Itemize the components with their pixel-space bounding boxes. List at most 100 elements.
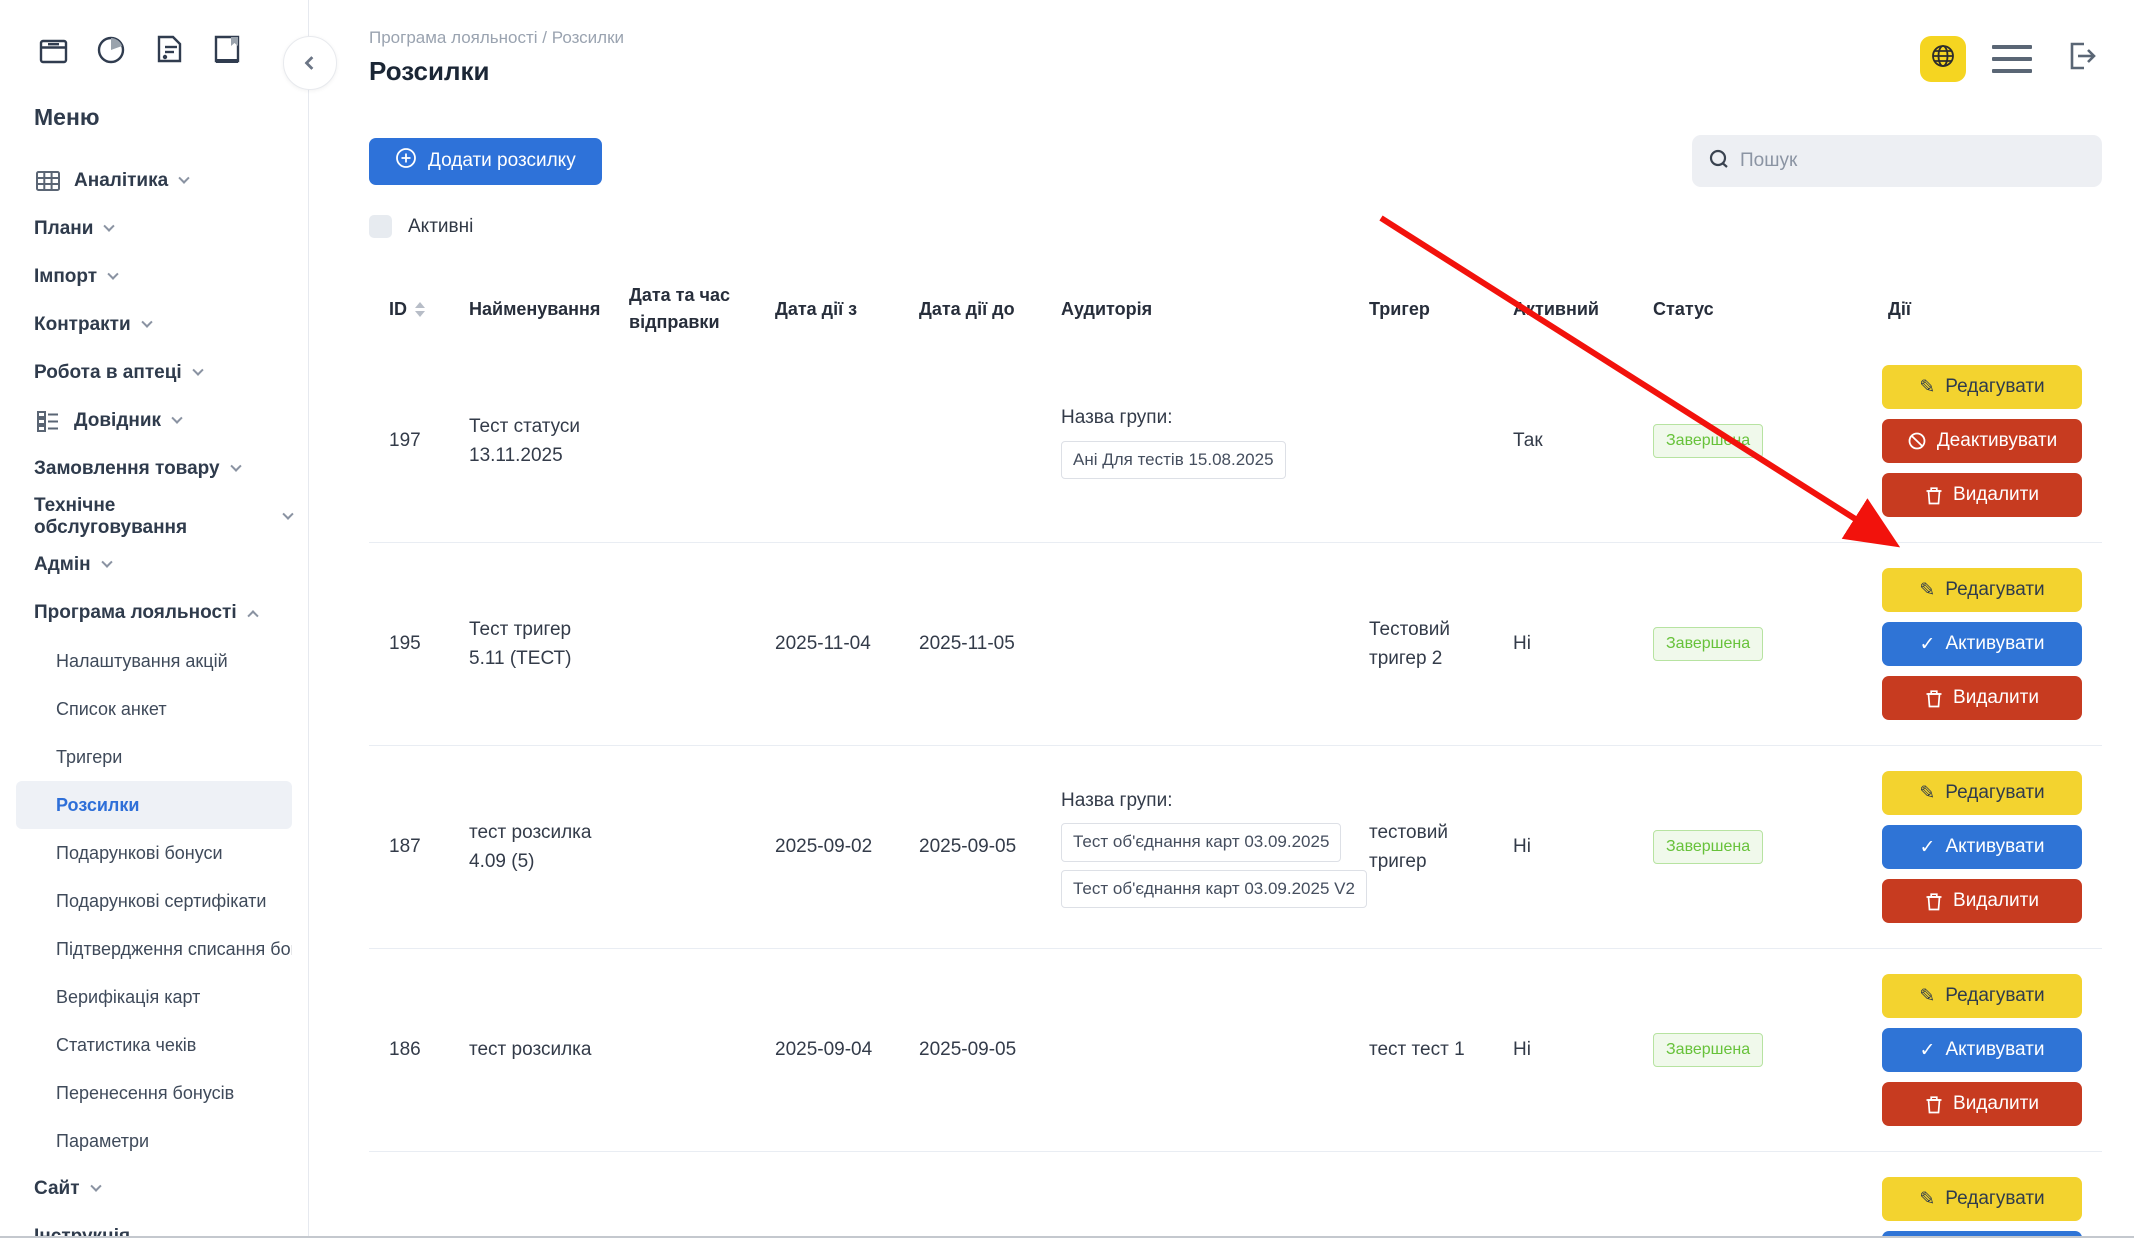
sidebar-top-icons [16, 30, 292, 68]
sidebar-collapse-button[interactable] [283, 36, 337, 90]
pencil-icon: ✎ [1919, 1190, 1935, 1209]
trash-icon [1925, 891, 1943, 911]
search-input[interactable] [1740, 150, 2086, 172]
cell-audience: Назва групи: Ані Для тестів 15.08.2025 [1043, 403, 1351, 479]
block-icon [1907, 431, 1927, 451]
sidebar-item-sait[interactable]: Сайт [16, 1165, 292, 1213]
chevron-down-icon [101, 557, 112, 568]
sidebar-item-admin[interactable]: Адмін [16, 541, 292, 589]
cell-trigger: тестовий тригер [1351, 818, 1495, 877]
sidebar-item-statystyka-chekiv[interactable]: Статистика чеків [16, 1021, 292, 1069]
logout-button[interactable] [2058, 34, 2102, 83]
sidebar-nav: Аналітика Плани Імпорт Контракти Робота … [16, 157, 292, 1238]
pencil-icon: ✎ [1919, 378, 1935, 397]
cell-id: 186 [369, 1035, 451, 1064]
sidebar-item-dovidnyk[interactable]: Довідник [16, 397, 292, 445]
chevron-down-icon [90, 1181, 101, 1192]
sidebar-item-zamovlennia-tovaru[interactable]: Замовлення товару [16, 445, 292, 493]
sidebar-item-instruktsiia[interactable]: Інструкція [16, 1213, 292, 1238]
table-row: 187 тест розсилка4.09 (5) 2025-09-02 202… [369, 746, 2102, 949]
sidebar: Меню Аналітика Плани Імпорт Контракти Ро… [0, 0, 309, 1238]
cell-actions: ✎Редагувати ✓Активувати Видалити [1863, 771, 2102, 923]
hamburger-menu-icon[interactable] [1988, 41, 2036, 77]
cell-id: 197 [369, 426, 451, 455]
edit-button[interactable]: ✎Редагувати [1882, 365, 2082, 409]
delete-button[interactable]: Видалити [1882, 676, 2082, 720]
sidebar-item-pidtverdzhennia-spysannia[interactable]: Підтвердження списання бону… [16, 925, 292, 973]
sidebar-item-tekhnichne-obsluhovuvannia[interactable]: Технічне обслуговування [16, 493, 292, 541]
cell-id: 195 [369, 629, 451, 658]
col-header-name: Найменування [451, 296, 611, 323]
activate-button[interactable]: ✓Активувати [1882, 1028, 2082, 1072]
page-title: Розсилки [369, 56, 624, 87]
sidebar-item-podarunkovi-sertyfikaty[interactable]: Подарункові сертифікати [16, 877, 292, 925]
col-header-status: Статус [1635, 296, 1863, 323]
language-globe-button[interactable] [1920, 36, 1966, 82]
chevron-down-icon [192, 365, 203, 376]
sidebar-item-import[interactable]: Імпорт [16, 253, 292, 301]
sidebar-item-nalashtuvannia-aktsii[interactable]: Налаштування акцій [16, 637, 292, 685]
sidebar-item-parametry[interactable]: Параметри [16, 1117, 292, 1165]
sort-icon[interactable] [415, 302, 425, 317]
sidebar-item-analitika[interactable]: Аналітика [16, 157, 292, 205]
cell-audience: Назва групи: Тест об'єднання карт 03.09.… [1043, 786, 1351, 908]
cell-trigger: тест тест 1 [1351, 1035, 1495, 1064]
table-row: 197 Тест статуси13.11.2025 Назва групи: … [369, 340, 2102, 543]
sidebar-item-veryfikatsiia-kart[interactable]: Верифікація карт [16, 973, 292, 1021]
book-icon[interactable] [208, 30, 246, 68]
edit-button[interactable]: ✎Редагувати [1882, 974, 2082, 1018]
globe-icon [1929, 42, 1957, 75]
document-icon[interactable] [150, 30, 188, 68]
chevron-down-icon [104, 221, 115, 232]
search-box[interactable] [1692, 135, 2102, 187]
edit-button[interactable]: ✎Редагувати [1882, 568, 2082, 612]
edit-button[interactable]: ✎Редагувати [1882, 771, 2082, 815]
sidebar-item-spysok-anket[interactable]: Список анкет [16, 685, 292, 733]
sidebar-item-tryhery[interactable]: Тригери [16, 733, 292, 781]
cell-active: Ні [1495, 832, 1635, 861]
pie-chart-icon[interactable] [92, 30, 130, 68]
add-mailing-button[interactable]: Додати розсилку [369, 138, 602, 185]
activate-button[interactable]: ✓Активувати [1882, 825, 2082, 869]
cell-status: Завершена [1635, 424, 1863, 459]
activate-button[interactable]: ✓Активувати [1882, 622, 2082, 666]
sidebar-item-rozsylky[interactable]: Розсилки [16, 781, 292, 829]
sidebar-item-robota-v-aptetsi[interactable]: Робота в аптеці [16, 349, 292, 397]
status-badge: Завершена [1653, 424, 1763, 459]
archive-box-icon[interactable] [34, 30, 72, 68]
sidebar-item-plany[interactable]: Плани [16, 205, 292, 253]
cell-active: Ні [1495, 629, 1635, 658]
sidebar-item-podarunkovi-bonusy[interactable]: Подарункові бонуси [16, 829, 292, 877]
col-header-date-from: Дата дії з [757, 296, 901, 323]
cell-date-from: 2025-09-02 [757, 832, 901, 861]
cell-actions: ✎Редагувати ✓Активувати Видалити [1863, 974, 2102, 1126]
col-header-id[interactable]: ID [369, 296, 451, 323]
edit-button[interactable]: ✎Редагувати [1882, 1177, 2082, 1221]
delete-button[interactable]: Видалити [1882, 1082, 2082, 1126]
cell-status: Завершена [1635, 1033, 1863, 1068]
chevron-down-icon [179, 173, 190, 184]
sidebar-item-prohrama-loialnosti[interactable]: Програма лояльності [16, 589, 292, 637]
pencil-icon: ✎ [1919, 987, 1935, 1006]
chevron-down-icon [107, 269, 118, 280]
cell-active: Ні [1495, 1035, 1635, 1064]
audience-group-tag: Ані Для тестів 15.08.2025 [1061, 441, 1286, 479]
trash-icon [1925, 688, 1943, 708]
audience-group-tag: Тест об'єднання карт 03.09.2025 [1061, 823, 1341, 861]
sidebar-menu-title: Меню [16, 104, 292, 131]
cell-actions: ✎Редагувати Деактивувати Видалити [1863, 365, 2102, 517]
sidebar-item-perenesennia-bonusiv[interactable]: Перенесення бонусів [16, 1069, 292, 1117]
chevron-down-icon [141, 317, 152, 328]
cell-date-to: 2025-09-05 [901, 832, 1043, 861]
delete-button[interactable]: Видалити [1882, 473, 2082, 517]
audience-group-tag: Тест об'єднання карт 03.09.2025 V2 [1061, 870, 1367, 908]
deactivate-button[interactable]: Деактивувати [1882, 419, 2082, 463]
active-filter-checkbox[interactable] [369, 215, 392, 238]
col-header-send-date: Дата та час відправки [611, 282, 757, 336]
cell-name: тест розсилка [451, 1035, 611, 1064]
cell-date-to: 2025-11-05 [901, 629, 1043, 658]
sidebar-item-kontrakty[interactable]: Контракти [16, 301, 292, 349]
cell-date-to: 2025-09-05 [901, 1035, 1043, 1064]
delete-button[interactable]: Видалити [1882, 879, 2082, 923]
check-icon: ✓ [1920, 635, 1936, 654]
